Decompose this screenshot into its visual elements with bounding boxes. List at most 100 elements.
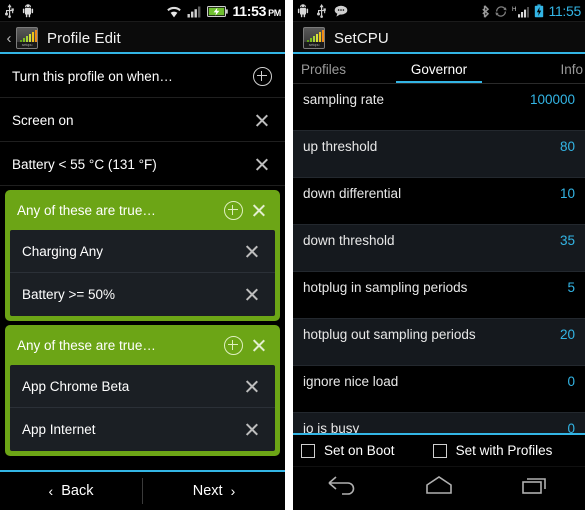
- remove-item-button[interactable]: [239, 239, 265, 265]
- setting-name: hotplug in sampling periods: [303, 280, 468, 295]
- set-on-boot-option[interactable]: Set on Boot: [301, 443, 395, 458]
- setting-name: sampling rate: [303, 92, 385, 107]
- set-on-boot-label: Set on Boot: [324, 443, 395, 458]
- system-navigation-bar: [293, 466, 585, 510]
- android-debug-icon: [22, 4, 34, 18]
- group-item-row[interactable]: App Internet: [10, 408, 275, 451]
- up-navigation-icon[interactable]: ‹: [4, 30, 14, 47]
- set-with-profiles-checkbox[interactable]: [432, 443, 447, 458]
- left-status-notification-icons: [4, 4, 34, 18]
- next-button[interactable]: Next ›: [143, 472, 285, 510]
- governor-settings-list: sampling rate 100000 up threshold 80 dow…: [293, 84, 585, 433]
- bluetooth-icon: [481, 4, 490, 18]
- back-nav-icon: [325, 475, 359, 502]
- set-with-profiles-label: Set with Profiles: [455, 443, 553, 458]
- condition-row-battery-temp[interactable]: Battery < 55 °C (131 °F): [0, 142, 285, 186]
- tab-label: Governor: [410, 61, 468, 77]
- back-button-label: Back: [61, 483, 94, 499]
- setting-name: hotplug out sampling periods: [303, 327, 476, 342]
- setting-row-down-threshold[interactable]: down threshold 35: [293, 225, 585, 272]
- remove-item-button[interactable]: [239, 417, 265, 443]
- group-header: Any of these are true…: [5, 325, 280, 365]
- close-icon: [254, 156, 271, 173]
- close-icon: [244, 421, 261, 438]
- setting-value: 10: [559, 186, 575, 201]
- group-item-label: App Chrome Beta: [22, 379, 130, 394]
- app-icon-label: setcpu: [304, 42, 324, 48]
- panel-separator: [285, 0, 293, 510]
- plus-circle-icon: [223, 200, 243, 220]
- chevron-left-icon: ‹: [48, 483, 54, 499]
- battery-charging-icon: [206, 5, 228, 18]
- tab-info[interactable]: Info: [488, 54, 585, 84]
- right-status-notification-icons: [297, 4, 348, 18]
- back-nav-button[interactable]: [312, 474, 372, 504]
- recents-nav-icon: [519, 475, 553, 502]
- close-icon: [251, 202, 268, 219]
- usb-icon: [4, 4, 15, 18]
- remove-condition-button[interactable]: [249, 107, 275, 133]
- add-condition-button[interactable]: [249, 63, 275, 89]
- home-nav-button[interactable]: [409, 474, 469, 504]
- add-to-group-button[interactable]: [220, 332, 246, 358]
- profile-conditions-list: Turn this profile on when… Screen on Bat…: [0, 54, 285, 470]
- setting-value: 0: [567, 374, 575, 389]
- set-on-boot-checkbox[interactable]: [301, 443, 315, 458]
- plus-circle-icon: [223, 335, 243, 355]
- tab-bar: Profiles Governor Info: [293, 54, 585, 84]
- close-icon: [244, 286, 261, 303]
- setting-row-sampling-rate[interactable]: sampling rate 100000: [293, 84, 585, 131]
- setting-row-hotplug-out-sampling-periods[interactable]: hotplug out sampling periods 20: [293, 319, 585, 366]
- set-with-profiles-option[interactable]: Set with Profiles: [432, 443, 553, 458]
- turn-profile-on-when-label: Turn this profile on when…: [12, 68, 173, 84]
- setting-name: down threshold: [303, 233, 395, 248]
- setting-name: down differential: [303, 186, 402, 201]
- recents-nav-button[interactable]: [506, 474, 566, 504]
- remove-group-button[interactable]: [246, 332, 272, 358]
- setting-row-up-threshold[interactable]: up threshold 80: [293, 131, 585, 178]
- turn-profile-on-when-row: Turn this profile on when…: [0, 54, 285, 98]
- right-clock: 11:55: [548, 3, 582, 19]
- left-phone-screen: 11:53 PM ‹ setcpu Profile Edit Turn this …: [0, 0, 285, 510]
- add-to-group-button[interactable]: [220, 197, 246, 223]
- setting-row-ignore-nice-load[interactable]: ignore nice load 0: [293, 366, 585, 413]
- close-icon: [244, 243, 261, 260]
- setting-row-io-is-busy[interactable]: io is busy 0: [293, 413, 585, 433]
- tab-profiles[interactable]: Profiles: [293, 54, 390, 84]
- setting-row-hotplug-in-sampling-periods[interactable]: hotplug in sampling periods 5: [293, 272, 585, 319]
- condition-group-2: Any of these are true… App Chrome Beta A…: [5, 325, 280, 456]
- right-status-system-icons: H 11:55: [481, 3, 582, 19]
- remove-group-button[interactable]: [246, 197, 272, 223]
- setcpu-app-icon: setcpu: [303, 27, 325, 49]
- condition-label: Screen on: [12, 112, 74, 128]
- left-action-bar: ‹ setcpu Profile Edit: [0, 22, 285, 54]
- close-icon: [251, 337, 268, 354]
- row-separator: [0, 185, 285, 186]
- group-title: Any of these are true…: [17, 337, 156, 353]
- battery-charging-icon: [534, 4, 544, 18]
- tab-governor[interactable]: Governor: [390, 54, 487, 84]
- remove-condition-button[interactable]: [249, 151, 275, 177]
- remove-item-button[interactable]: [239, 282, 265, 308]
- close-icon: [244, 378, 261, 395]
- setting-value: 100000: [529, 92, 575, 107]
- governor-options-bar: Set on Boot Set with Profiles: [293, 433, 585, 466]
- group-item-label: Charging Any: [22, 244, 104, 259]
- remove-item-button[interactable]: [239, 374, 265, 400]
- back-button[interactable]: ‹ Back: [0, 472, 142, 510]
- right-action-bar: setcpu SetCPU: [293, 22, 585, 54]
- group-item-row[interactable]: Charging Any: [10, 230, 275, 273]
- condition-row-screen-on[interactable]: Screen on: [0, 98, 285, 142]
- next-button-label: Next: [192, 483, 223, 499]
- group-item-row[interactable]: Battery >= 50%: [10, 273, 275, 316]
- tab-label: Info: [560, 61, 583, 77]
- group-items: Charging Any Battery >= 50%: [10, 230, 275, 316]
- sync-icon: [494, 5, 507, 18]
- message-icon: [334, 5, 348, 17]
- setting-value: 5: [567, 280, 575, 295]
- app-icon-label: setcpu: [17, 42, 37, 48]
- group-title: Any of these are true…: [17, 202, 156, 218]
- group-item-row[interactable]: App Chrome Beta: [10, 365, 275, 408]
- wifi-icon: [166, 5, 182, 18]
- setting-row-down-differential[interactable]: down differential 10: [293, 178, 585, 225]
